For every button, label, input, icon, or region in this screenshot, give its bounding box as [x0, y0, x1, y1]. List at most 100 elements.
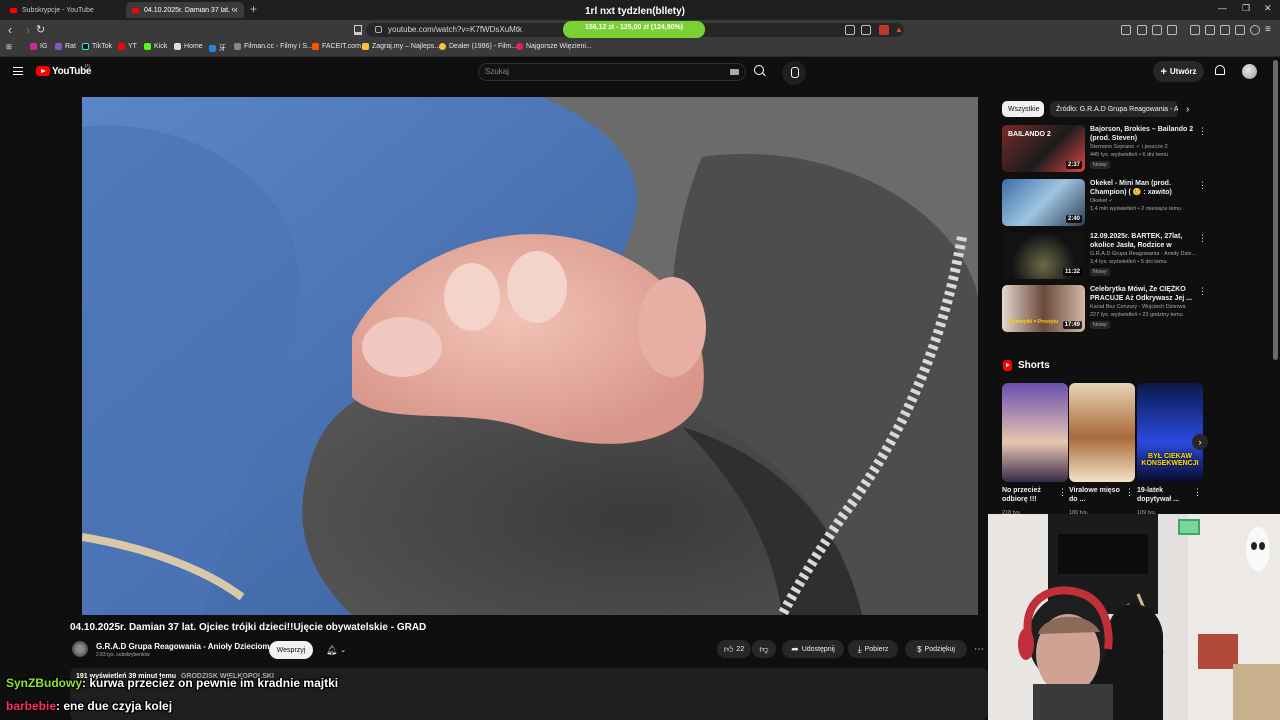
extension-icon[interactable] — [1152, 25, 1162, 35]
short-thumbnail[interactable] — [1002, 383, 1068, 482]
cast-icon[interactable] — [845, 25, 855, 35]
recommendation-title[interactable]: 12.09.2025r. BARTEK, 27lat, okolice Jasł… — [1090, 232, 1194, 250]
create-label: Utwórz — [1169, 67, 1197, 76]
short-thumbnail[interactable]: BYŁ CIEKAW KONSEKWENCJI — [1137, 383, 1203, 482]
recommendation-channel[interactable]: Kanał Bez Cenzury - Wojciech Dzierwa — [1090, 304, 1186, 310]
bookmark-yt[interactable]: YT — [118, 43, 137, 50]
recommendation-title[interactable]: Okekel - Mini Man (prod. Champion) ( 🙂 :… — [1090, 179, 1194, 197]
bookmark-home[interactable]: Home — [174, 43, 203, 50]
more-vert-icon[interactable]: ⋮ — [1198, 234, 1207, 243]
chip-source[interactable]: Źródło: G.R.A.D Grupa Reagowania - A — [1050, 101, 1178, 117]
short-title[interactable]: Viralowe mięso do ... — [1069, 486, 1125, 504]
search-box[interactable] — [478, 63, 746, 81]
more-vert-icon[interactable]: ⋮ — [1193, 487, 1202, 498]
share-button[interactable]: ➦ Udostępnij — [782, 640, 844, 658]
recommendation-channel[interactable]: G.R.A.D Grupa Reagowania - Anioły Dzie..… — [1090, 251, 1196, 257]
account-avatar[interactable] — [1242, 64, 1257, 79]
leo-icon[interactable] — [1235, 25, 1245, 35]
short-title[interactable]: No przecież odbiorę !!! — [1002, 486, 1058, 504]
subscription-bell-button[interactable]: 🔔︎ ⌄ — [319, 641, 353, 659]
bell-icon: 🔔︎ — [325, 644, 338, 655]
dislike-button[interactable]: 👎︎ — [752, 640, 776, 658]
create-button[interactable]: + Utwórz — [1153, 61, 1204, 82]
sidebar-icon[interactable] — [1205, 25, 1215, 35]
apps-icon[interactable]: ⊞ — [6, 43, 12, 51]
minimize-button[interactable]: — — [1218, 3, 1227, 13]
extension-icon[interactable] — [1121, 25, 1131, 35]
media-icon[interactable] — [1190, 25, 1200, 35]
menu-icon[interactable] — [13, 67, 23, 75]
channel-avatar[interactable] — [72, 641, 88, 657]
share-icon[interactable] — [861, 25, 871, 35]
more-vert-icon[interactable]: ⋮ — [1125, 487, 1134, 498]
search-input[interactable] — [485, 67, 715, 76]
browser-menu-button[interactable]: ≡ — [1265, 23, 1271, 37]
tab-subscriptions[interactable]: Subskrypcje - YouTube — [4, 2, 122, 18]
bookmark-filman[interactable]: Filman.cc - Filmy i S... — [234, 43, 313, 50]
like-button[interactable]: 👍︎ 22 — [717, 640, 751, 658]
vpn-icon[interactable] — [1250, 25, 1260, 35]
back-button[interactable]: ‹ — [8, 23, 12, 37]
bookmark-zagraj[interactable]: Zagraj.my – Najleps... — [362, 43, 440, 50]
bookmark-rat[interactable]: Rat — [55, 43, 76, 50]
more-vert-icon[interactable]: ⋮ — [1058, 487, 1067, 498]
recommendation-item[interactable]: BAILANDO 2 2:37 Bajorson, Brokies – Bailan… — [1002, 125, 1207, 175]
bookmark-wiezienia[interactable]: Najgorsze Więzieni... — [516, 43, 592, 50]
recommendation-item[interactable]: Celebrytki = Prostytu 17:49 Celebrytka Mów… — [1002, 285, 1207, 335]
new-badge: Nowy — [1090, 268, 1110, 276]
bookmark-dealer[interactable]: Dealer (1996) - Film... — [439, 43, 517, 50]
new-tab-button[interactable]: + — [250, 2, 257, 16]
bookmark-ig[interactable]: IG — [30, 43, 47, 50]
more-vert-icon[interactable]: ⋮ — [1198, 287, 1207, 296]
recommendation-title[interactable]: Bajorson, Brokies – Bailando 2 (prod. St… — [1090, 125, 1194, 143]
download-button[interactable]: ⤓ Pobierz — [848, 640, 898, 658]
chip-all[interactable]: Wszystkie — [1002, 101, 1044, 117]
recommendation-title[interactable]: Celebrytka Mówi, Że CIĘŻKO PRACUJE Aż Od… — [1090, 285, 1194, 303]
video-player[interactable] — [82, 97, 978, 615]
tab-current-video[interactable]: 04.10.2025r. Damian 37 lat. Ojc × — [126, 2, 244, 18]
page-scrollbar[interactable] — [1273, 60, 1278, 360]
recommendation-channel[interactable]: Stemano Soprano ✓ i jeszcze 2 — [1090, 144, 1168, 150]
maximize-button[interactable]: ❐ — [1242, 3, 1250, 14]
tab-label: 04.10.2025r. Damian 37 lat. Ojc — [144, 6, 233, 14]
close-tab-icon[interactable]: × — [233, 5, 238, 15]
search-icon[interactable] — [754, 65, 764, 75]
support-button[interactable]: Wesprzyj — [269, 641, 313, 659]
bookmark-faceit[interactable]: FACEIT.com — [312, 43, 361, 50]
recommendation-channel[interactable]: Okekel ✓ — [1090, 198, 1113, 204]
extension-icon[interactable] — [1167, 25, 1177, 35]
chat-username: SynZBudowy — [6, 676, 83, 690]
alert-icon[interactable]: ▲ — [895, 25, 905, 35]
brave-shield-icon[interactable] — [879, 25, 889, 35]
video-thumbnail[interactable]: BAILANDO 2 2:37 — [1002, 125, 1085, 172]
microphone-icon[interactable] — [782, 61, 806, 85]
keyboard-icon[interactable] — [730, 69, 739, 75]
chevron-right-icon[interactable]: › — [1186, 104, 1189, 115]
site-info-icon[interactable] — [375, 26, 382, 33]
shorts-next-icon[interactable]: › — [1192, 434, 1208, 450]
reload-button[interactable]: ↻ — [36, 23, 45, 37]
bookmark-tiktok[interactable]: TikTok — [82, 43, 112, 50]
more-vert-icon[interactable]: ⋮ — [1198, 127, 1207, 136]
extension-icon[interactable] — [1137, 25, 1147, 35]
recommendation-item[interactable]: 2:40 Okekel - Mini Man (prod. Champion) (… — [1002, 179, 1207, 229]
video-thumbnail[interactable]: 11:32 — [1002, 232, 1085, 279]
download-label: Pobierz — [864, 645, 889, 653]
more-actions-button[interactable]: ⋯ — [970, 640, 988, 658]
thanks-button[interactable]: $ Podziękuj — [905, 640, 967, 658]
bookmark-kanji[interactable]: 牙 — [209, 43, 226, 53]
video-thumbnail[interactable]: Celebrytki = Prostytu 17:49 — [1002, 285, 1085, 332]
short-thumbnail[interactable] — [1069, 383, 1135, 482]
youtube-logo-icon[interactable] — [36, 66, 50, 76]
bookmark-icon[interactable] — [354, 25, 362, 35]
channel-name[interactable]: G.R.A.D Grupa Reagowania - Anioły Dzieci… — [96, 642, 270, 651]
forward-button[interactable]: › — [26, 23, 30, 37]
short-title[interactable]: 19-latek dopytywał ... — [1137, 486, 1193, 504]
notifications-icon[interactable] — [1215, 65, 1225, 75]
video-thumbnail[interactable]: 2:40 — [1002, 179, 1085, 226]
more-vert-icon[interactable]: ⋮ — [1198, 181, 1207, 190]
wallet-icon[interactable] — [1220, 25, 1230, 35]
bookmark-kick[interactable]: Kick — [144, 43, 167, 50]
recommendation-item[interactable]: 11:32 12.09.2025r. BARTEK, 27lat, okolice… — [1002, 232, 1207, 282]
close-window-button[interactable]: ✕ — [1264, 3, 1272, 14]
